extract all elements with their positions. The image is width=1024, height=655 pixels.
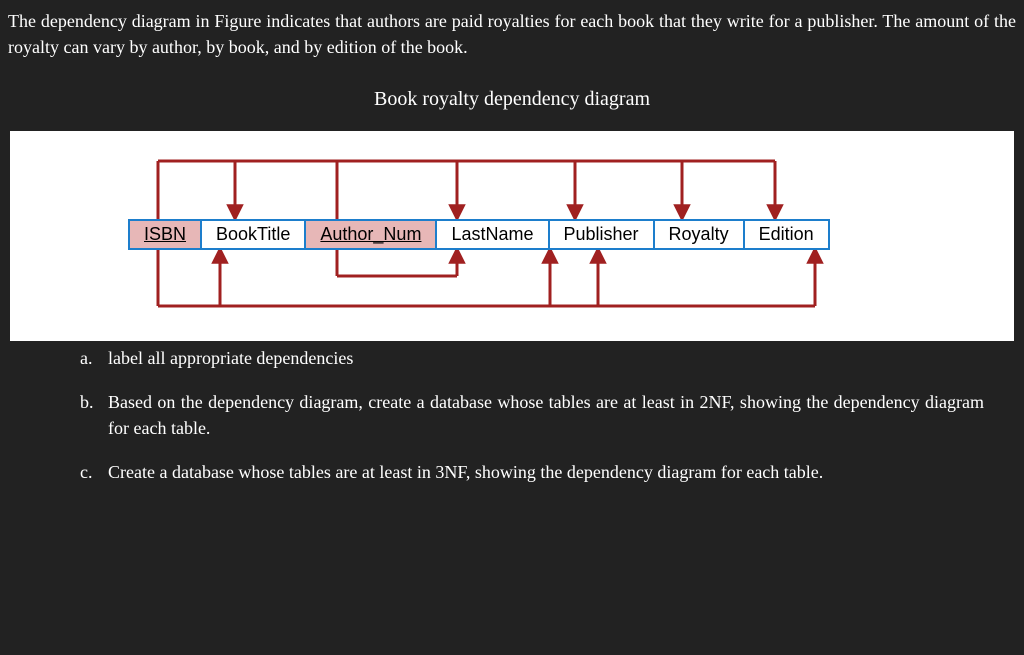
- question-body-c: Create a database whose tables are at le…: [108, 459, 984, 485]
- dependency-diagram: ISBN BookTitle Author_Num LastName Publi…: [10, 131, 1014, 341]
- question-body-a: label all appropriate dependencies: [108, 345, 984, 371]
- question-body-b: Based on the dependency diagram, create …: [108, 389, 984, 441]
- question-label-c: c.: [80, 459, 108, 485]
- attr-royalty: Royalty: [655, 219, 745, 250]
- question-c: c. Create a database whose tables are at…: [80, 459, 984, 485]
- question-list: a. label all appropriate dependencies b.…: [0, 341, 1024, 485]
- attr-booktitle: BookTitle: [202, 219, 306, 250]
- attr-isbn: ISBN: [128, 219, 202, 250]
- question-a: a. label all appropriate dependencies: [80, 345, 984, 371]
- figure-title: Book royalty dependency diagram: [0, 60, 1024, 131]
- attribute-row: ISBN BookTitle Author_Num LastName Publi…: [128, 219, 830, 250]
- question-label-a: a.: [80, 345, 108, 371]
- attr-authornum: Author_Num: [306, 219, 437, 250]
- question-b: b. Based on the dependency diagram, crea…: [80, 389, 984, 441]
- attr-publisher: Publisher: [550, 219, 655, 250]
- attr-edition: Edition: [745, 219, 830, 250]
- attr-lastname: LastName: [437, 219, 549, 250]
- question-label-b: b.: [80, 389, 108, 441]
- intro-text: The dependency diagram in Figure indicat…: [0, 0, 1024, 60]
